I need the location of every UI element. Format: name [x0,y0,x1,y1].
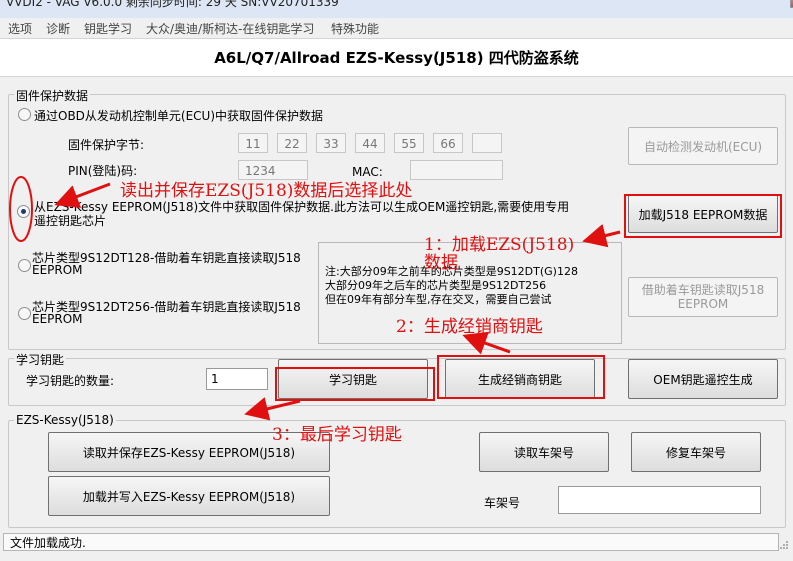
annotation-step2: 2：生成经销商钥匙 [396,317,543,337]
arrow-to-dealer-key [462,331,511,355]
annotation-step0: 读出并保存EZS(J518)数据后选择此处 [120,181,413,201]
highlight-selected-radio [9,176,33,242]
arrow-to-load-eeprom [582,223,621,248]
annotation-step3: 3：最后学习钥匙 [272,425,402,445]
arrow-to-radio [54,182,111,208]
arrow-to-learn-key [244,397,301,421]
annotation-arrows [9,176,621,421]
annotation-step1-line2: 数据 [424,253,458,273]
